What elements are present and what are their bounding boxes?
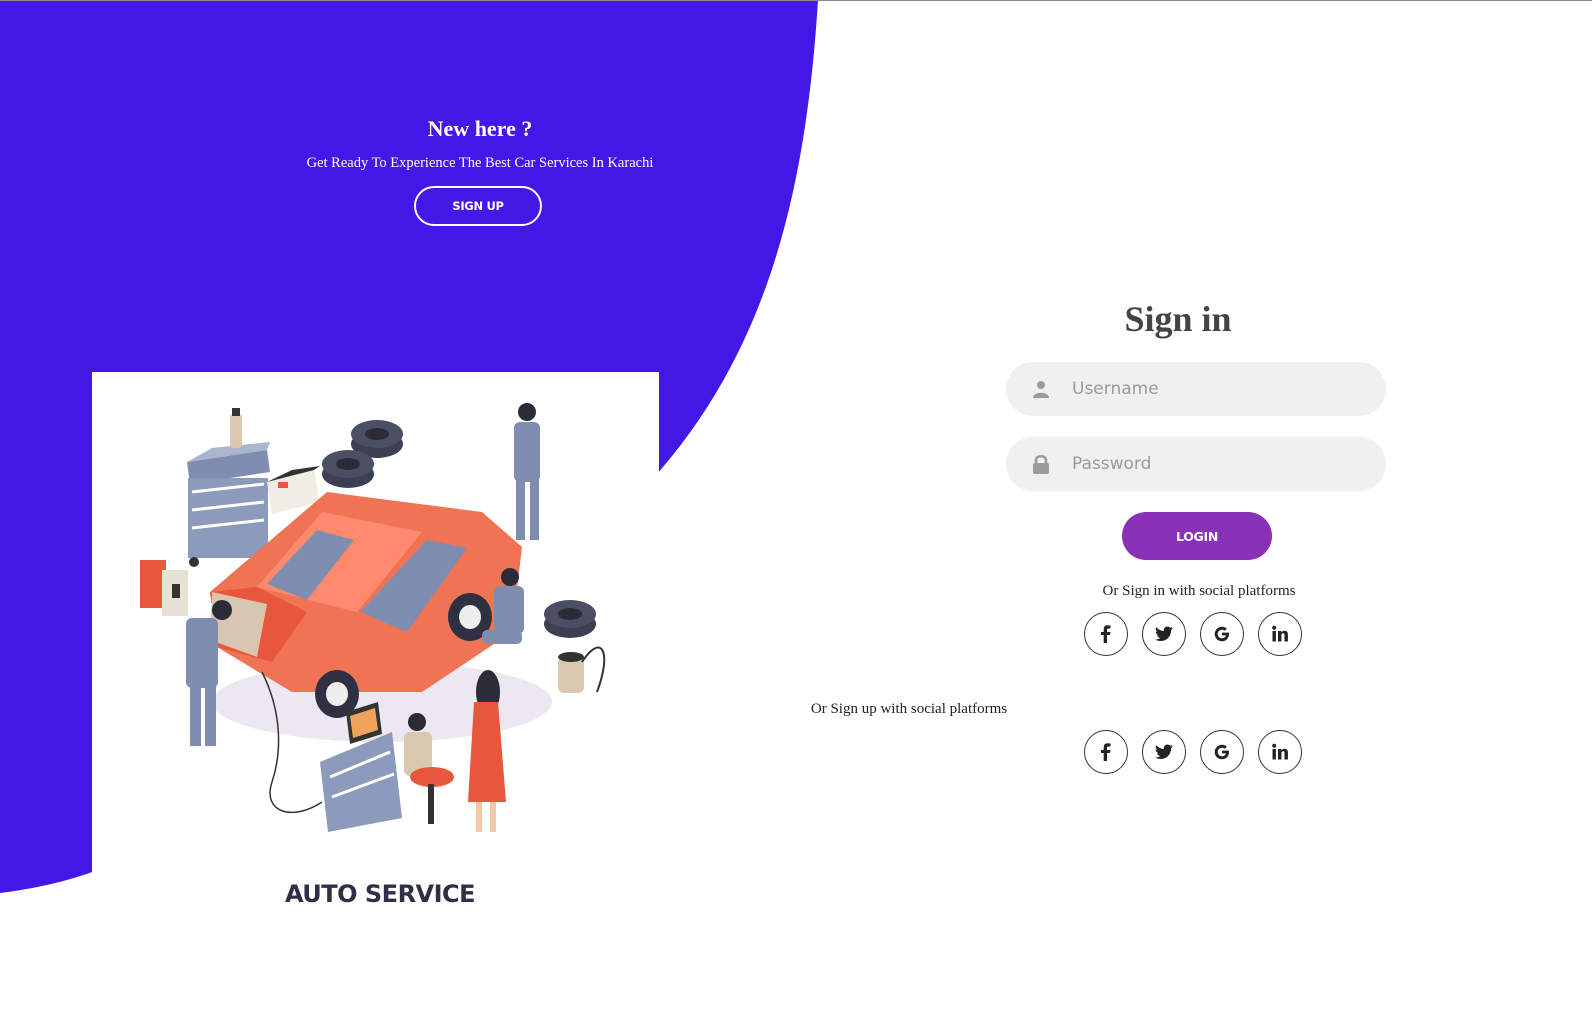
signin-social-row [1084,612,1302,656]
password-input[interactable] [1070,443,1364,485]
tool-cart-icon [187,408,270,567]
twitter-icon[interactable] [1142,730,1186,774]
oil-canisters-icon [140,560,188,616]
vacuum-icon [558,646,606,693]
google-icon[interactable] [1200,730,1244,774]
google-icon[interactable] [1200,612,1244,656]
car-garage-illustration [140,403,606,832]
linkedin-icon[interactable] [1258,612,1302,656]
promo-subtitle: Get Ready To Experience The Best Car Ser… [306,155,654,171]
username-field [1006,362,1386,416]
linkedin-icon[interactable] [1258,730,1302,774]
signup-button[interactable]: SIGN UP [414,186,542,226]
promo-title: New here ? [427,116,533,141]
auto-service-illustration [92,372,659,872]
password-field [1006,437,1386,491]
signup-promo-panel: New here ? Get Ready To Experience The B… [0,0,860,1023]
top-divider [0,0,1592,1]
signin-social-text: Or Sign in with social platforms [1102,583,1296,599]
lock-icon [1030,453,1052,475]
signup-social-text: Or Sign up with social platforms [810,701,1008,717]
facebook-icon[interactable] [1084,612,1128,656]
brand-caption: AUTO SERVICE [284,880,476,908]
signup-social-row [1084,730,1302,774]
twitter-icon[interactable] [1142,612,1186,656]
user-icon [1030,378,1052,400]
signin-form-panel: Sign in LOGIN Or Sign in with social pla… [811,0,1592,1023]
username-input[interactable] [1070,368,1364,410]
login-button[interactable]: LOGIN [1122,512,1272,560]
signin-title: Sign in [1124,299,1232,339]
facebook-icon[interactable] [1084,730,1128,774]
